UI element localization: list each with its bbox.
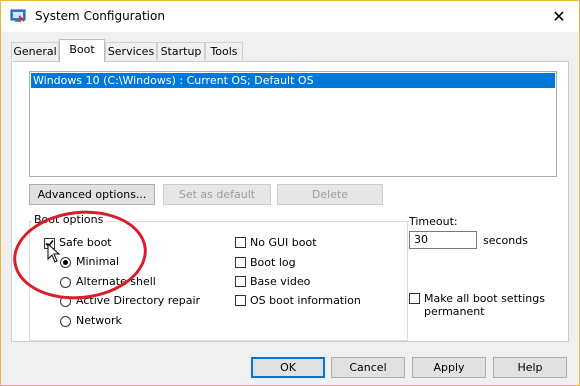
network-radio[interactable]: [60, 316, 71, 327]
boot-tab-panel: Windows 10 (C:\Windows) : Current OS; De…: [11, 61, 569, 342]
make-permanent-checkbox[interactable]: [409, 293, 420, 304]
advanced-options-button[interactable]: Advanced options...: [29, 184, 155, 205]
set-as-default-button[interactable]: Set as default: [163, 184, 271, 205]
close-icon[interactable]: ✕: [539, 1, 579, 32]
tab-services[interactable]: Services: [105, 42, 157, 60]
safe-boot-label: Safe boot: [59, 236, 112, 249]
cancel-button[interactable]: Cancel: [331, 357, 405, 378]
title-bar: System Configuration ✕: [1, 1, 579, 32]
no-gui-boot-label: No GUI boot: [250, 236, 317, 249]
minimal-label: Minimal: [76, 255, 120, 268]
system-configuration-icon: [10, 9, 26, 22]
active-directory-repair-radio[interactable]: [60, 296, 71, 307]
timeout-label: Timeout:: [409, 215, 458, 228]
tab-tools[interactable]: Tools: [205, 42, 243, 60]
base-video-checkbox[interactable]: [235, 276, 246, 287]
help-button[interactable]: Help: [493, 357, 567, 378]
network-label: Network: [76, 314, 122, 327]
boot-log-label: Boot log: [250, 256, 296, 269]
system-configuration-window: System Configuration ✕ General Boot Serv…: [0, 0, 580, 386]
delete-button[interactable]: Delete: [277, 184, 383, 205]
os-boot-information-label: OS boot information: [250, 294, 361, 307]
timeout-input[interactable]: 30: [409, 231, 477, 249]
ok-button[interactable]: OK: [251, 357, 325, 378]
timeout-unit-label: seconds: [483, 234, 528, 247]
mouse-cursor-icon: [47, 243, 61, 263]
os-list-item[interactable]: Windows 10 (C:\Windows) : Current OS; De…: [31, 73, 555, 88]
alternate-shell-label: Alternate shell: [76, 275, 156, 288]
tab-boot[interactable]: Boot: [59, 39, 105, 62]
os-boot-information-checkbox[interactable]: [235, 295, 246, 306]
apply-button[interactable]: Apply: [412, 357, 486, 378]
window-title: System Configuration: [35, 9, 165, 23]
base-video-label: Base video: [250, 275, 311, 288]
minimal-radio[interactable]: [60, 257, 71, 268]
make-permanent-label-line1: Make all boot settings: [424, 292, 545, 305]
tab-general[interactable]: General: [11, 42, 59, 60]
boot-options-label: Boot options: [32, 213, 106, 226]
no-gui-boot-checkbox[interactable]: [235, 237, 246, 248]
os-list[interactable]: Windows 10 (C:\Windows) : Current OS; De…: [29, 71, 557, 177]
tab-startup[interactable]: Startup: [157, 42, 205, 60]
boot-log-checkbox[interactable]: [235, 257, 246, 268]
make-permanent-label-line2: permanent: [424, 305, 485, 318]
alternate-shell-radio[interactable]: [60, 277, 71, 288]
active-directory-repair-label: Active Directory repair: [76, 294, 201, 307]
